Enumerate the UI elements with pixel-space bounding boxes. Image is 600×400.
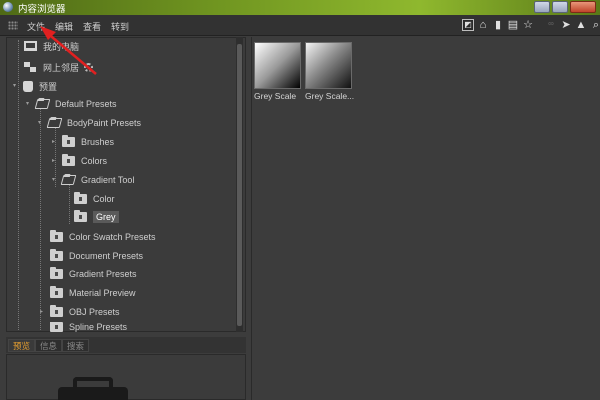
folder-open-icon [46, 118, 63, 128]
star-icon[interactable]: ☆ [522, 19, 534, 31]
annotation-arrow [40, 26, 97, 75]
folder-open-icon [34, 99, 51, 109]
tree-item-label: BodyPaint Presets [67, 118, 142, 128]
tree-item-label: Material Preview [69, 288, 136, 298]
tree-item-color-swatch-presets[interactable]: Color Swatch Presets [50, 229, 156, 245]
preset-case-icon [58, 377, 128, 400]
tab-preview[interactable]: 预览 [8, 339, 36, 352]
tree-item-bodypaint-presets[interactable]: ▾ BodyPaint Presets [38, 115, 141, 131]
tree-item-label: 预置 [39, 81, 58, 92]
book-icon[interactable]: ▤ [507, 19, 519, 31]
expand-icon[interactable]: ▾ [52, 177, 58, 183]
bottom-tab-bar: 预览 信息 搜索 [6, 337, 246, 353]
cursor-icon[interactable]: ➤ [560, 19, 572, 31]
tree-item-label: Gradient Tool [81, 175, 135, 185]
gradient-thumbnail[interactable] [254, 42, 301, 89]
case-body [58, 387, 128, 400]
tree-item-label: Grey [93, 211, 119, 223]
tree-item-colors[interactable]: ▸ Colors [52, 153, 107, 169]
case-handle [73, 377, 113, 387]
network-icon [24, 61, 37, 73]
collapse-icon[interactable]: ▸ [52, 158, 58, 164]
expand-icon[interactable]: ▾ [26, 101, 32, 107]
tree-item-label: Brushes [81, 137, 115, 147]
collapse-icon[interactable]: ▸ [52, 139, 58, 145]
tree-item-label: OBJ Presets [69, 307, 120, 317]
tree-item-label: Spline Presets [69, 322, 128, 332]
folder-icon [62, 135, 75, 147]
tree-item-presets[interactable]: ▾ 预置 [13, 78, 57, 94]
folder-icon [74, 192, 87, 204]
bin-icon[interactable]: ▮ [492, 19, 504, 31]
tree-item-label: Color Swatch Presets [69, 232, 156, 242]
tree-item-brushes[interactable]: ▸ Brushes [52, 134, 114, 150]
folder-icon [50, 230, 63, 242]
thumbnail-label[interactable]: Grey Scale... [305, 91, 360, 101]
computer-icon [24, 41, 37, 51]
tree-item-gradient-presets[interactable]: Gradient Presets [50, 266, 137, 282]
expand-icon[interactable]: ▾ [38, 120, 44, 126]
tree-item-label: Document Presets [69, 251, 144, 261]
folder-icon [50, 267, 63, 279]
tree-item-label: Gradient Presets [69, 269, 137, 279]
tree-item-grey[interactable]: Grey [74, 209, 119, 225]
menu-go[interactable]: 转到 [111, 20, 129, 33]
window-controls [534, 1, 596, 13]
tree-guide-line [69, 184, 70, 224]
tree-item-spline-presets[interactable]: Spline Presets [50, 322, 127, 332]
app-icon [3, 2, 13, 12]
link-icon[interactable]: ∞ [545, 19, 557, 31]
maximize-button[interactable] [552, 1, 568, 13]
tree-scrollbar-thumb[interactable] [237, 44, 242, 326]
toolbar: ◩ ⌂ ▮ ▤ ☆ ∞ ➤ ▲ ⌕ [462, 19, 600, 31]
thumbnail-label[interactable]: Grey Scale [254, 91, 309, 101]
tree-item-document-presets[interactable]: Document Presets [50, 248, 143, 264]
tree-item-gradient-tool[interactable]: ▾ Gradient Tool [52, 172, 134, 188]
tab-search[interactable]: 搜索 [62, 339, 90, 352]
search-icon[interactable]: ⌕ [590, 19, 600, 31]
tree-item-label: Default Presets [55, 99, 117, 109]
tree-item-color[interactable]: Color [74, 191, 115, 207]
expand-icon[interactable]: ▾ [13, 83, 19, 89]
gradient-thumbnail[interactable] [305, 42, 352, 89]
home-icon[interactable]: ⌂ [477, 19, 489, 31]
tree-guide-line [40, 108, 41, 330]
tab-info[interactable]: 信息 [35, 339, 63, 352]
up-icon[interactable]: ▲ [575, 19, 587, 31]
presets-icon [23, 80, 33, 92]
close-button[interactable] [570, 1, 596, 13]
grid-handle-icon[interactable] [8, 21, 18, 30]
folder-icon [50, 286, 63, 298]
tree-item-material-preview[interactable]: Material Preview [50, 285, 136, 301]
window-title: 内容浏览器 [18, 4, 66, 15]
title-bar: 内容浏览器 [0, 0, 600, 15]
folder-icon [50, 249, 63, 261]
minimize-button[interactable] [534, 1, 550, 13]
tree-item-obj-presets[interactable]: ▸ OBJ Presets [40, 304, 120, 320]
folder-icon [62, 154, 75, 166]
tree-item-default-presets[interactable]: ▾ Default Presets [26, 96, 117, 112]
collapse-icon[interactable]: ▸ [40, 309, 46, 315]
view-icon[interactable]: ◩ [462, 19, 474, 31]
folder-open-icon [60, 175, 77, 185]
tree-item-label: Colors [81, 156, 108, 166]
folder-icon [50, 322, 63, 332]
folder-icon [50, 305, 63, 317]
folder-icon [74, 210, 87, 222]
tree-item-label: Color [93, 194, 115, 204]
